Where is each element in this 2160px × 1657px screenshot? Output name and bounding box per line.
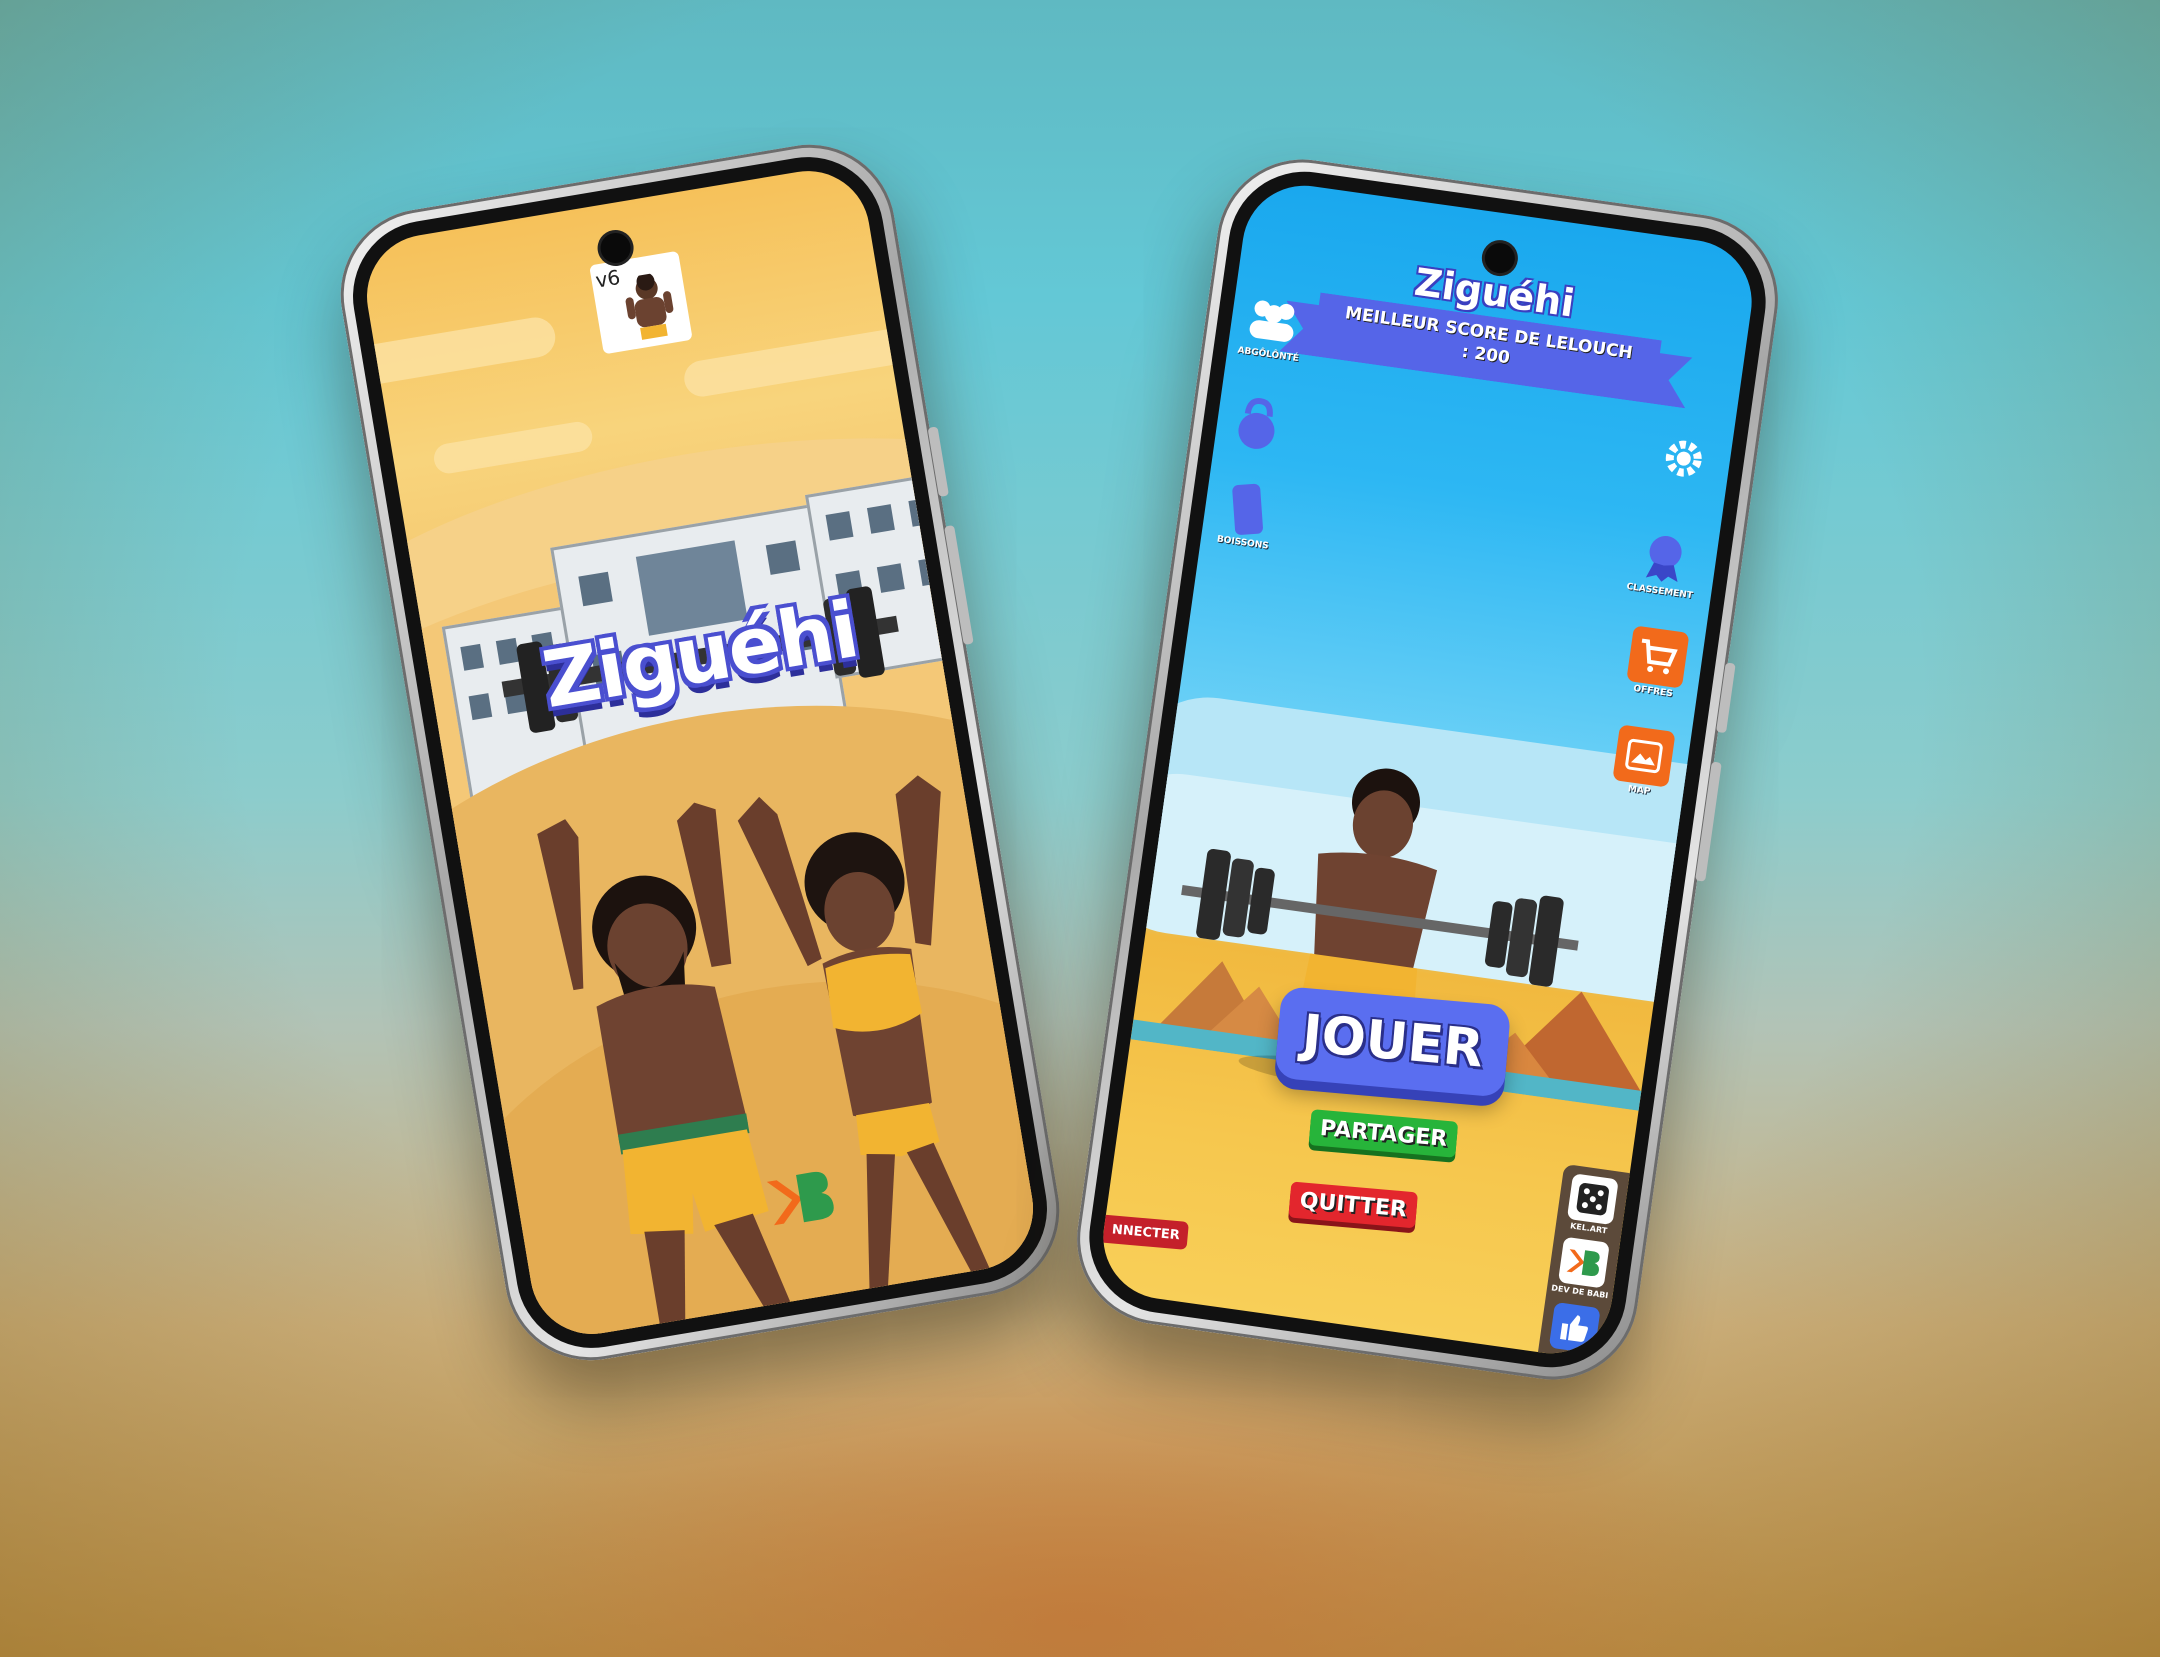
kettlebell-icon <box>1226 392 1289 455</box>
menu-abgolonte[interactable]: ABGÔLÔNTÉ <box>1237 288 1308 364</box>
dock-label: KEL.ART <box>1569 1221 1608 1236</box>
connect-button[interactable]: NNECTER <box>1102 1214 1189 1250</box>
title-banner: Ziguéhi MEILLEUR SCORE DE LELOUCH : 200 <box>1319 248 1661 403</box>
dock-kelart[interactable]: KEL.ART <box>1555 1172 1628 1238</box>
map-icon <box>1612 724 1676 788</box>
connect-button-label: NNECTER <box>1111 1221 1181 1243</box>
dock-label: DEV DE BABI <box>1550 1283 1609 1301</box>
cart-icon <box>1626 625 1690 689</box>
menu-ranking[interactable]: CLASSEMENT <box>1626 525 1702 601</box>
version-card: v6 <box>589 250 693 355</box>
cloud <box>681 324 925 400</box>
menu-offers[interactable]: OFFRES <box>1625 625 1690 700</box>
mascot-thumbnail <box>625 272 674 340</box>
menu-drinks[interactable]: BOISSONS <box>1214 477 1279 552</box>
bottom-right-dock: KEL.ART DEV DE BABI <box>1538 1163 1630 1362</box>
group-icon <box>1241 288 1304 351</box>
dock-dev-de-babi[interactable]: DEV DE BABI <box>1546 1235 1619 1301</box>
cloud <box>431 419 595 476</box>
menu-training[interactable] <box>1226 392 1289 455</box>
version-label: v6 <box>593 264 622 293</box>
medal-icon <box>1633 525 1696 588</box>
share-button[interactable]: PARTAGER <box>1308 1109 1459 1158</box>
studio-logo-icon <box>766 1171 834 1226</box>
play-button-label: JOUER <box>1299 1004 1486 1080</box>
quit-button[interactable]: QUITTER <box>1288 1181 1419 1229</box>
settings-button[interactable] <box>1652 427 1715 490</box>
dock-like[interactable] <box>1539 1301 1611 1356</box>
studio-logo-icon <box>1557 1236 1610 1289</box>
share-button-label: PARTAGER <box>1319 1115 1449 1152</box>
thumbs-up-icon <box>1548 1301 1601 1354</box>
menu-map[interactable]: MAP <box>1611 724 1676 799</box>
drink-icon <box>1216 477 1279 540</box>
quit-button-label: QUITTER <box>1298 1187 1408 1223</box>
dice-icon <box>1566 1173 1619 1226</box>
gear-icon <box>1652 427 1715 490</box>
background-vignette <box>0 0 2160 1657</box>
cloud <box>357 314 559 387</box>
